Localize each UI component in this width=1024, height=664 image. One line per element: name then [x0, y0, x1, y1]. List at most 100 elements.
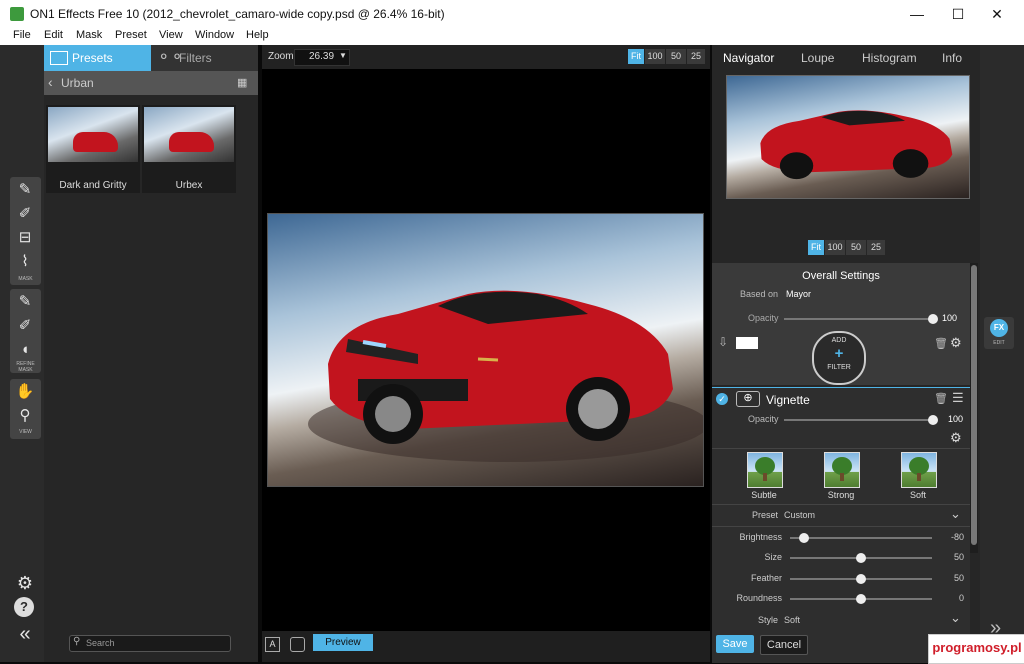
roundness-row: Roundness 0	[712, 593, 970, 611]
trash-icon[interactable]: 🗑	[934, 337, 948, 350]
scrollbar-thumb[interactable]	[971, 265, 977, 545]
tab-presets-label: Presets	[72, 51, 113, 65]
nav-zoom-25-button[interactable]: 25	[867, 240, 885, 255]
vignette-title: Vignette	[766, 393, 810, 407]
mask-view-icon[interactable]	[290, 637, 305, 652]
mask-pen-icon[interactable]: ✐	[14, 203, 36, 225]
tab-presets[interactable]: Presets	[44, 45, 151, 71]
slider-knob[interactable]	[856, 574, 866, 584]
zoom-bar: Zoom 26.39 ▼ Fit 100 50 25	[262, 45, 710, 69]
preset-dropdown[interactable]: Preset Custom ⌄	[712, 506, 970, 526]
feather-value: 50	[953, 573, 964, 583]
style-dropdown[interactable]: Style Soft ⌄	[712, 610, 970, 630]
preset-thumb[interactable]: Urbex	[142, 105, 236, 193]
menu-preset[interactable]: Preset	[115, 29, 147, 41]
main-photo[interactable]	[267, 213, 704, 487]
brightness-row: Brightness -80	[712, 532, 970, 550]
roundness-slider[interactable]	[790, 594, 932, 604]
menu-view[interactable]: View	[159, 29, 183, 41]
zoom-label: Zoom	[268, 51, 294, 62]
preset-thumb[interactable]: Dark and Gritty	[46, 105, 140, 193]
slider-knob[interactable]	[856, 553, 866, 563]
feather-slider[interactable]	[790, 574, 932, 584]
nav-zoom-50-button[interactable]: 50	[846, 240, 866, 255]
zoom-dropdown[interactable]: 26.39 ▼	[294, 49, 350, 66]
menu-window[interactable]: Window	[195, 29, 234, 41]
plus-icon: +	[834, 345, 844, 362]
tree-trunk	[763, 473, 767, 481]
cancel-button[interactable]: Cancel	[760, 635, 808, 655]
add-filter-button[interactable]: ADD + FILTER	[812, 331, 866, 385]
size-slider[interactable]	[790, 553, 932, 563]
search-input[interactable]: ⚲ Search	[69, 635, 231, 652]
preset-thumb-label: Dark and Gritty	[59, 180, 127, 191]
menu-edit[interactable]: Edit	[44, 29, 63, 41]
slider-knob[interactable]	[856, 594, 866, 604]
slider-knob[interactable]	[928, 314, 938, 324]
trash-icon[interactable]: 🗑	[934, 392, 948, 405]
overall-opacity-value: 100	[942, 313, 958, 323]
brightness-slider[interactable]	[790, 533, 932, 543]
gear-icon[interactable]: ⚙	[950, 430, 962, 446]
preview-button[interactable]: Preview	[313, 634, 373, 651]
zoom-25-button[interactable]: 25	[687, 49, 705, 64]
menu-file[interactable]: File	[13, 29, 31, 41]
tab-info[interactable]: Info	[942, 51, 962, 65]
preset-soft[interactable]	[901, 452, 937, 488]
zoom-icon[interactable]: ⚲	[14, 405, 36, 427]
mask-label: MASK	[18, 276, 33, 282]
overall-title: Overall Settings	[802, 270, 880, 282]
scrollbar[interactable]	[970, 263, 978, 553]
zoom-fit-button[interactable]: Fit	[628, 49, 644, 64]
tab-histogram[interactable]: Histogram	[862, 51, 917, 65]
save-button[interactable]: Save	[716, 635, 754, 653]
menu-mask[interactable]: Mask	[76, 29, 102, 41]
preset-dropdown-value: Custom	[784, 510, 816, 520]
menu-help[interactable]: Help	[246, 29, 269, 41]
chisel-icon[interactable]: ✐	[14, 315, 36, 337]
back-chevron-icon[interactable]: ‹	[48, 74, 53, 90]
masking-bug-icon[interactable]: ⌇	[14, 251, 36, 273]
mask-brush-icon[interactable]: ✎	[14, 179, 36, 201]
edit-module-button[interactable]: FX EDIT	[984, 317, 1014, 349]
slider-knob[interactable]	[928, 415, 938, 425]
grid-view-icon[interactable]: ▦	[237, 76, 247, 89]
vignette-opacity-slider[interactable]	[784, 415, 938, 425]
maximize-button[interactable]: ☐	[943, 4, 973, 24]
before-after-icon[interactable]: A	[265, 637, 280, 652]
zoom-100-button[interactable]: 100	[645, 49, 665, 64]
gear-icon[interactable]: ⚙	[950, 335, 962, 351]
category-name: Urban	[61, 76, 94, 90]
window-title: ON1 Effects Free 10 (2012_chevrolet_cama…	[30, 7, 445, 21]
overall-opacity-slider[interactable]	[784, 314, 938, 324]
nav-zoom-100-button[interactable]: 100	[825, 240, 845, 255]
enable-check-icon[interactable]: ✓	[716, 393, 728, 405]
color-swatch[interactable]	[736, 337, 758, 349]
hand-icon[interactable]: ✋	[14, 381, 36, 403]
tab-loupe[interactable]: Loupe	[801, 51, 834, 65]
slider-knob[interactable]	[799, 533, 809, 543]
based-on-value: Mayor	[786, 289, 812, 299]
close-button[interactable]: ✕	[982, 4, 1012, 24]
help-icon[interactable]: ?	[14, 597, 34, 617]
based-on-label: Based on	[740, 289, 779, 299]
settings-gear-icon[interactable]: ⚙	[14, 572, 36, 594]
tab-filters[interactable]: ⚬⚬ Filters	[151, 45, 258, 71]
refine-brush-icon[interactable]: ✎	[14, 291, 36, 313]
collapse-left-icon[interactable]: «	[14, 623, 36, 645]
menu-lines-icon[interactable]: ☰	[952, 390, 964, 406]
mask-tools: ✎ ✐ ⊟ ⌇ MASK	[10, 177, 41, 285]
preset-subtle[interactable]	[747, 452, 783, 488]
filter-options-icon[interactable]: ⊕	[736, 391, 760, 407]
navigator-thumbnail[interactable]	[726, 75, 970, 199]
preset-strong[interactable]	[824, 452, 860, 488]
minimize-button[interactable]: —	[902, 4, 932, 24]
feather-label: Feather	[750, 573, 782, 583]
nav-zoom-fit-button[interactable]: Fit	[808, 240, 824, 255]
tab-navigator[interactable]: Navigator	[723, 51, 774, 65]
export-icon[interactable]: ⇩	[718, 335, 728, 349]
zoom-50-button[interactable]: 50	[666, 49, 686, 64]
category-breadcrumb[interactable]: ‹ Urban ▦	[44, 71, 258, 95]
gradient-mask-icon[interactable]: ⊟	[14, 227, 36, 249]
blur-icon[interactable]: ◖	[14, 339, 36, 361]
